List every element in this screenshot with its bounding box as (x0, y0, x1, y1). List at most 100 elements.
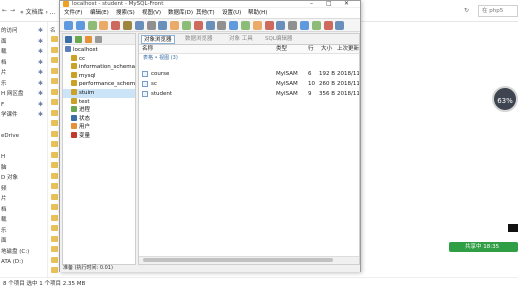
nav-item[interactable]: 乐 ✱ (0, 79, 48, 89)
menu-item[interactable]: 搜索(S) (116, 8, 135, 19)
nav-item[interactable]: 片 (0, 194, 48, 204)
forward-arrow-icon[interactable]: → (10, 7, 15, 14)
table-type: MyISAM (276, 81, 298, 87)
toolbar-button-icon[interactable] (146, 21, 156, 30)
toolbar-button-icon[interactable] (134, 21, 144, 30)
toolbar-button-icon[interactable] (64, 21, 73, 30)
folder-icon (51, 204, 58, 210)
toolbar-button-icon[interactable] (123, 21, 132, 30)
scrollbar-thumb[interactable] (143, 258, 333, 262)
tree-node-label: test (79, 98, 90, 105)
menu-item[interactable]: 文件(F) (64, 8, 82, 19)
nav-item[interactable]: 的访问 ✱ (0, 26, 48, 36)
toolbar-button-icon[interactable] (241, 21, 250, 30)
nav-item[interactable]: 片 ✱ (0, 68, 48, 78)
folder-icon (51, 88, 58, 95)
nav-item[interactable]: 档 (0, 205, 48, 215)
nav-item[interactable]: 档 ✱ (0, 58, 48, 68)
toolbar-button-icon[interactable] (217, 21, 227, 30)
network-speed-bubble[interactable]: 63% (492, 86, 518, 112)
nav-item[interactable]: 频 (0, 184, 48, 194)
nav-item-label: eDrive (1, 133, 20, 139)
pin-icon: ✱ (38, 58, 44, 66)
tree-refresh-icon[interactable] (75, 36, 82, 43)
toolbar-button-icon[interactable] (323, 21, 333, 30)
table-row[interactable]: student MyISAM 9 356 B2018/11/ (139, 89, 359, 99)
maximize-icon[interactable]: □ (326, 1, 332, 7)
menu-item[interactable]: 视图(V) (142, 8, 161, 19)
table-row[interactable]: sc MyISAM 10 260 B2018/11/ (139, 79, 359, 89)
table-row[interactable]: course MyISAM 6 192 B2018/11/ (139, 69, 359, 79)
nav-item[interactable]: H (0, 152, 48, 162)
table-name: course (151, 71, 170, 77)
back-arrow-icon[interactable]: ← (2, 7, 7, 14)
table-size: 356 B (319, 91, 336, 97)
object-browser-panel: 对象浏览器 数据浏览器 对象 工具 SQL编辑器 名称 类型行大小 上次更新 表格 • 视… (138, 33, 360, 265)
tree-folder-icon[interactable] (85, 36, 92, 43)
status-bar: 准备 (执行时间: 0.01) (60, 265, 360, 272)
database-tree-panel: localhost cc information_schema mysql perfor… (62, 33, 136, 265)
menu-item[interactable]: 帮助(H) (248, 8, 267, 19)
floating-tab[interactable] (508, 224, 518, 232)
nav-item[interactable]: 地磁盘 (C:) (0, 247, 48, 257)
toolbar-button-icon[interactable] (170, 21, 180, 30)
nav-item-label: 片 (1, 196, 7, 202)
toolbar-button-icon[interactable] (111, 21, 121, 30)
nav-item[interactable]: H 网区盘 ✱ (0, 89, 48, 99)
sharing-status-badge[interactable]: 共享中 18:35 (449, 242, 518, 252)
nav-item[interactable]: eDrive (0, 131, 48, 141)
close-icon[interactable]: ✕ (344, 1, 349, 7)
folder-icon (51, 183, 58, 189)
toolbar-button-icon[interactable] (158, 21, 168, 30)
table-name: sc (151, 81, 157, 87)
toolbar-button-icon[interactable] (311, 21, 321, 30)
menu-item[interactable]: 设置(U) (222, 8, 241, 19)
nav-item[interactable]: 面 ✱ (0, 37, 48, 47)
toolbar-button-icon[interactable] (75, 21, 85, 30)
toolbar-button-icon[interactable] (276, 21, 286, 30)
toolbar-button-icon[interactable] (288, 21, 298, 30)
toolbar-button-icon[interactable] (99, 21, 109, 30)
nav-item[interactable]: 乐 (0, 226, 48, 236)
tree-home-icon[interactable] (65, 36, 72, 43)
explorer-path[interactable]: « 文档库 › ... (20, 7, 56, 16)
folder-icon (51, 141, 58, 147)
menu-item[interactable]: 数据库(D) (168, 8, 193, 19)
explorer-search-input[interactable]: 在 php5 (478, 5, 518, 17)
toolbar-button-icon[interactable] (205, 21, 215, 30)
refresh-icon[interactable]: ↻ (464, 7, 469, 14)
table-rows: 9 (308, 91, 312, 97)
folder-icon (51, 172, 58, 179)
minimize-icon[interactable]: – (310, 1, 313, 7)
toolbar-button-icon[interactable] (193, 21, 203, 30)
toolbar-button-icon[interactable] (264, 21, 274, 30)
menu-item[interactable]: 其他(T) (196, 8, 215, 19)
nav-item[interactable]: F ✱ (0, 100, 48, 110)
nav-item[interactable]: 学课件 ✱ (0, 110, 48, 120)
nav-item[interactable]: ATA (D:) (0, 257, 48, 267)
folder-icon (51, 130, 58, 137)
nav-item[interactable] (0, 142, 48, 152)
menu-item[interactable]: 编辑(E) (90, 8, 109, 19)
tree-node-label: localhost (73, 47, 98, 53)
column-header-name[interactable]: 名 (50, 26, 56, 34)
toolbar-button-icon[interactable] (252, 21, 262, 30)
nav-item[interactable]: 载 (0, 215, 48, 225)
tree-node-item[interactable]: 变量 (63, 132, 135, 141)
toolbar-button-icon[interactable] (300, 21, 309, 30)
tree-filter-icon[interactable] (95, 36, 102, 43)
nav-item[interactable]: 载 ✱ (0, 47, 48, 57)
nav-item-label: 地磁盘 (C:) (1, 248, 30, 255)
folder-icon (51, 99, 58, 105)
folder-icon (51, 109, 58, 116)
toolbar-button-icon[interactable] (182, 21, 191, 30)
nav-item[interactable]: D 对象 (0, 173, 48, 183)
toolbar-button-icon[interactable] (335, 21, 345, 30)
mysql-front-window: localhost - student - MySQL-Front – □ ✕ … (59, 0, 361, 272)
nav-item[interactable]: 脑 (0, 163, 48, 173)
toolbar-button-icon[interactable] (87, 21, 97, 30)
nav-item[interactable] (0, 121, 48, 131)
nav-item[interactable]: 面 (0, 236, 48, 246)
toolbar-button-icon[interactable] (229, 21, 239, 30)
folder-icon (51, 151, 58, 158)
